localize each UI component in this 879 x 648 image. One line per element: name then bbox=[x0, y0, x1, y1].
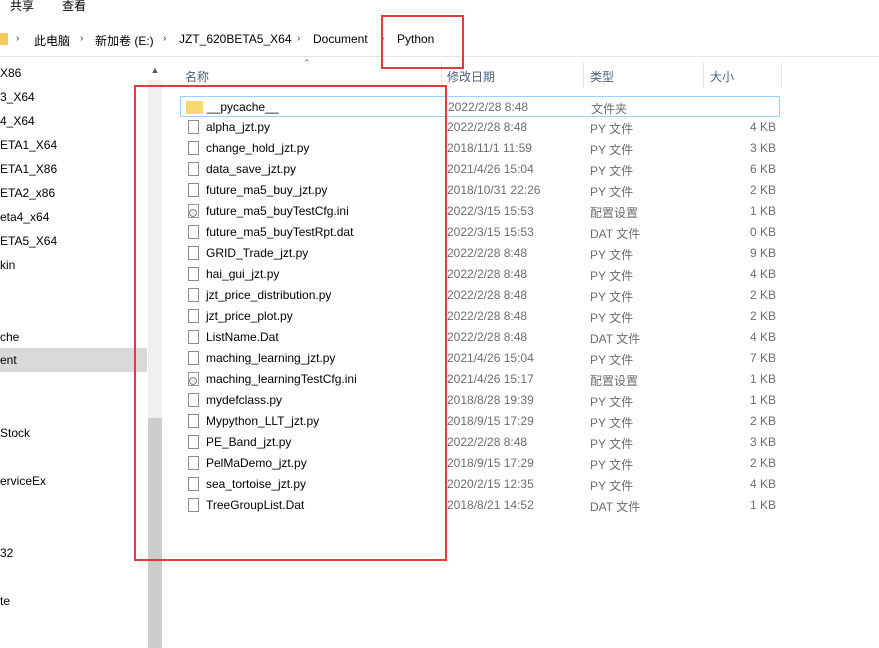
ribbon-tab-share[interactable]: 共享 bbox=[10, 0, 34, 14]
column-divider[interactable] bbox=[703, 62, 704, 88]
file-size: 4 KB bbox=[749, 267, 776, 281]
nav-item[interactable]: te bbox=[0, 594, 10, 608]
file-date: 2022/2/28 8:48 bbox=[447, 267, 528, 281]
file-type: PY 文件 bbox=[590, 479, 634, 493]
file-date: 2018/9/15 17:29 bbox=[447, 456, 534, 470]
breadcrumb-this-pc[interactable]: 此电脑 bbox=[34, 32, 70, 49]
file-date: 2018/8/21 14:52 bbox=[447, 498, 534, 512]
file-date: 2022/2/28 8:48 bbox=[447, 309, 528, 323]
scroll-up-arrow-icon[interactable]: ▲ bbox=[148, 62, 162, 78]
file-type: PY 文件 bbox=[590, 248, 634, 262]
file-type: PY 文件 bbox=[590, 437, 634, 451]
file-size: 2 KB bbox=[749, 183, 776, 197]
file-size: 1 KB bbox=[749, 204, 776, 218]
column-header-name[interactable]: 名称 bbox=[185, 68, 209, 85]
file-size: 2 KB bbox=[749, 414, 776, 428]
file-size: 6 KB bbox=[749, 162, 776, 176]
file-date: 2021/4/26 15:17 bbox=[447, 372, 534, 386]
file-date: 2021/4/26 15:04 bbox=[447, 162, 534, 176]
breadcrumb-jzt-folder[interactable]: JZT_620BETA5_X64 bbox=[179, 32, 292, 46]
file-type: PY 文件 bbox=[590, 395, 634, 409]
file-size: 1 KB bbox=[749, 372, 776, 386]
file-date: 2022/2/28 8:48 bbox=[447, 120, 528, 134]
sort-ascending-icon: ⌃ bbox=[303, 58, 311, 68]
column-header-size[interactable]: 大小 bbox=[710, 68, 734, 85]
file-type: PY 文件 bbox=[590, 416, 634, 430]
file-size: 3 KB bbox=[749, 141, 776, 155]
breadcrumb-drive[interactable]: 新加卷 (E:) bbox=[95, 32, 154, 49]
file-size: 7 KB bbox=[749, 351, 776, 365]
file-date: 2022/3/15 15:53 bbox=[447, 204, 534, 218]
file-type: 配置设置 bbox=[590, 206, 639, 220]
chevron-right-icon[interactable]: › bbox=[80, 33, 83, 44]
nav-item[interactable]: 3_X64 bbox=[0, 90, 35, 104]
file-type: DAT 文件 bbox=[590, 332, 641, 346]
file-type: PY 文件 bbox=[590, 269, 634, 283]
file-type: PY 文件 bbox=[590, 122, 634, 136]
chevron-right-icon[interactable]: › bbox=[163, 33, 166, 44]
nav-item[interactable]: X86 bbox=[0, 66, 21, 80]
file-date: 2022/3/15 15:53 bbox=[447, 225, 534, 239]
file-date: 2018/9/15 17:29 bbox=[447, 414, 534, 428]
column-divider[interactable] bbox=[583, 62, 584, 88]
file-type: PY 文件 bbox=[590, 143, 634, 157]
column-divider[interactable] bbox=[781, 62, 782, 88]
highlight-box-file-list bbox=[134, 85, 447, 561]
file-size: 3 KB bbox=[749, 435, 776, 449]
ribbon-tab-view[interactable]: 查看 bbox=[62, 0, 86, 14]
file-date: 2022/2/28 8:48 bbox=[447, 288, 528, 302]
file-size: 9 KB bbox=[749, 246, 776, 260]
highlight-box-python bbox=[381, 15, 464, 69]
nav-item[interactable]: 32 bbox=[0, 546, 13, 560]
nav-item[interactable]: ETA2_x86 bbox=[0, 186, 55, 200]
file-date: 2022/2/28 8:48 bbox=[447, 246, 528, 260]
file-size: 1 KB bbox=[749, 498, 776, 512]
nav-item[interactable]: eta4_x64 bbox=[0, 210, 49, 224]
file-date: 2022/2/28 8:48 bbox=[447, 435, 528, 449]
file-size: 2 KB bbox=[749, 288, 776, 302]
nav-item[interactable]: ETA1_X64 bbox=[0, 138, 57, 152]
file-type: 配置设置 bbox=[590, 374, 639, 388]
nav-item[interactable]: Stock bbox=[0, 426, 30, 440]
file-date: 2018/10/31 22:26 bbox=[447, 183, 541, 197]
nav-item[interactable]: erviceEx bbox=[0, 474, 46, 488]
file-size: 4 KB bbox=[749, 477, 776, 491]
chevron-right-icon[interactable]: › bbox=[16, 33, 19, 44]
file-date: 2020/2/15 12:35 bbox=[447, 477, 534, 491]
folder-icon bbox=[0, 33, 8, 45]
nav-item[interactable]: che bbox=[0, 330, 19, 344]
nav-item[interactable]: ent bbox=[0, 348, 147, 372]
file-size: 4 KB bbox=[749, 120, 776, 134]
file-type: DAT 文件 bbox=[590, 500, 641, 514]
file-date: 2022/2/28 8:48 bbox=[448, 100, 529, 114]
file-date: 2021/4/26 15:04 bbox=[447, 351, 534, 365]
file-size: 2 KB bbox=[749, 456, 776, 470]
ribbon: 共享 查看 bbox=[0, 0, 879, 16]
chevron-right-icon[interactable]: › bbox=[297, 33, 300, 44]
file-type: PY 文件 bbox=[590, 290, 634, 304]
breadcrumb-document[interactable]: Document bbox=[313, 32, 368, 46]
file-type: 文件夹 bbox=[591, 102, 628, 116]
file-type: PY 文件 bbox=[590, 164, 634, 178]
file-type: PY 文件 bbox=[590, 353, 634, 367]
column-header-type[interactable]: 类型 bbox=[590, 68, 614, 85]
column-header-date[interactable]: 修改日期 bbox=[447, 68, 495, 85]
file-size: 1 KB bbox=[749, 393, 776, 407]
file-type: PY 文件 bbox=[590, 185, 634, 199]
nav-item[interactable]: ETA1_X86 bbox=[0, 162, 57, 176]
nav-item[interactable]: kin bbox=[0, 258, 15, 272]
nav-item[interactable]: 4_X64 bbox=[0, 114, 35, 128]
file-date: 2018/8/28 19:39 bbox=[447, 393, 534, 407]
file-type: DAT 文件 bbox=[590, 227, 641, 241]
file-size: 2 KB bbox=[749, 309, 776, 323]
file-date: 2022/2/28 8:48 bbox=[447, 330, 528, 344]
file-type: PY 文件 bbox=[590, 458, 634, 472]
file-size: 4 KB bbox=[749, 330, 776, 344]
nav-item[interactable]: ETA5_X64 bbox=[0, 234, 57, 248]
file-type: PY 文件 bbox=[590, 311, 634, 325]
file-size: 0 KB bbox=[749, 225, 776, 239]
file-date: 2018/11/1 11:59 bbox=[447, 141, 532, 155]
